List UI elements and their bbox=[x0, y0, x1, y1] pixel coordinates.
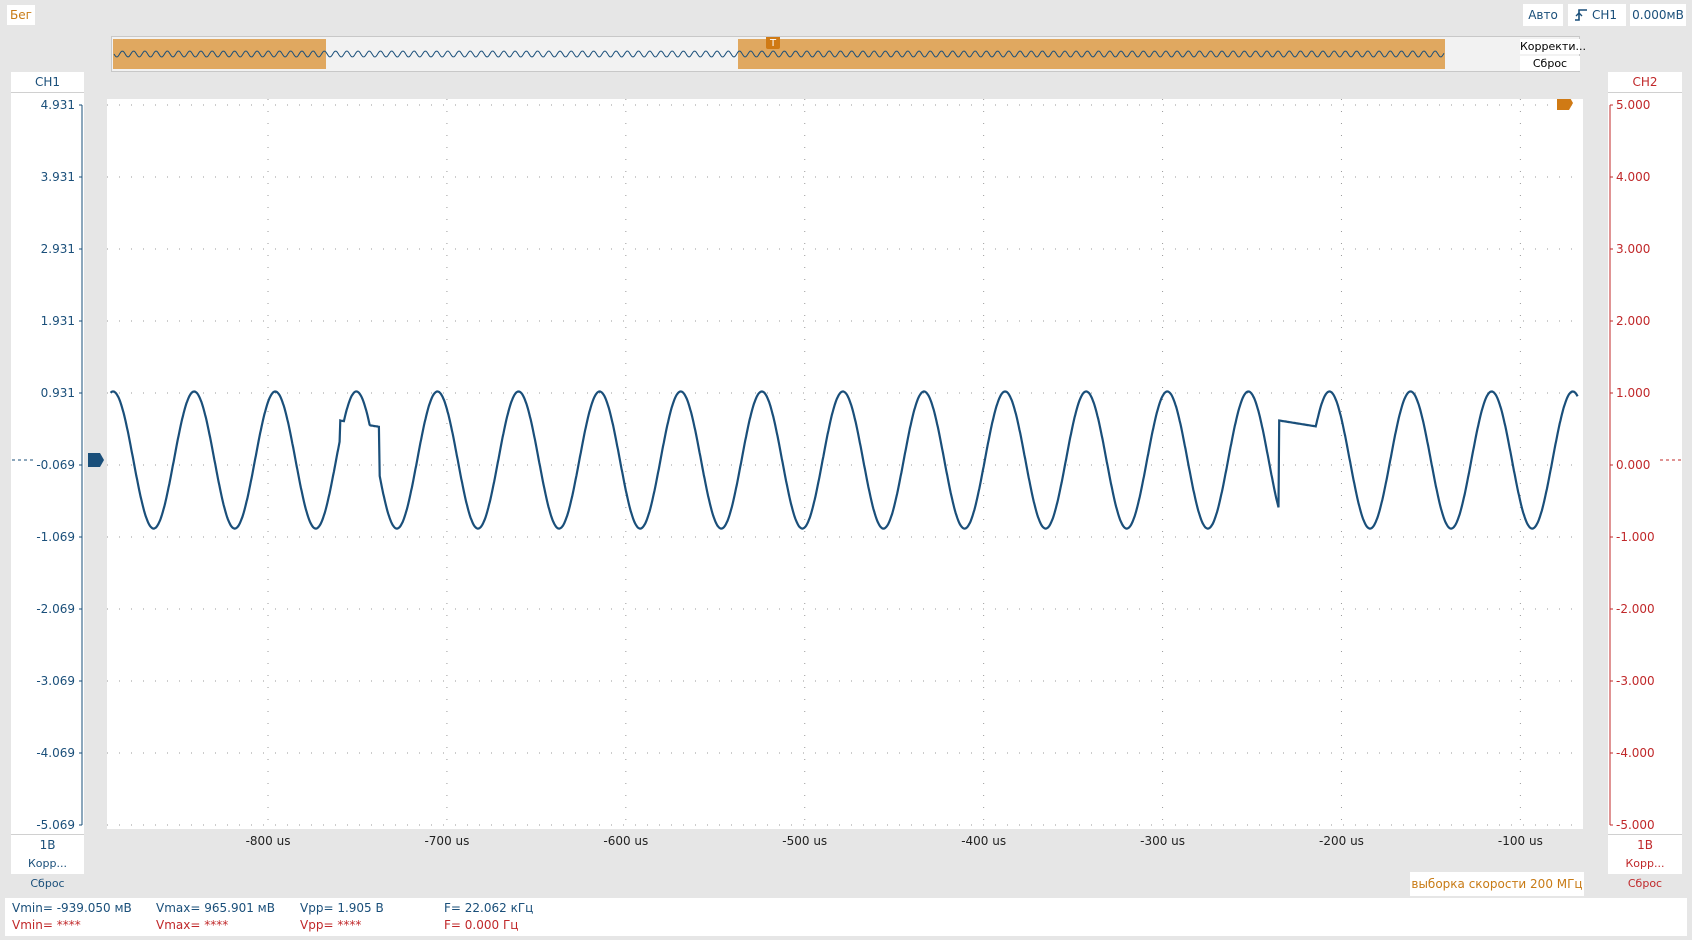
measurements-panel: Vmin= -939.050 мВ Vmax= 965.901 мВ Vpp= … bbox=[5, 898, 1687, 936]
trigger-marker-label: T bbox=[769, 38, 777, 49]
overview-reset-button[interactable]: Сброс bbox=[1520, 56, 1580, 71]
ch2-title[interactable]: CH2 bbox=[1608, 72, 1682, 93]
overview-hidden-right bbox=[738, 39, 1445, 69]
ch2-vmin: Vmin= **** bbox=[12, 918, 81, 932]
ch1-vmax: Vmax= 965.901 мВ bbox=[156, 901, 275, 915]
ch1-reset-button[interactable]: Сброс bbox=[30, 877, 64, 890]
x-tick-label: -700 us bbox=[424, 834, 469, 848]
x-tick-label: -600 us bbox=[603, 834, 648, 848]
x-tick-label: -200 us bbox=[1319, 834, 1364, 848]
ch1-freq: F= 22.062 кГц bbox=[444, 901, 534, 915]
ch1-title[interactable]: CH1 bbox=[11, 72, 84, 93]
run-state-badge[interactable]: Бег bbox=[7, 5, 35, 25]
ch1-offset-marker-icon bbox=[88, 453, 104, 468]
x-tick-label: -300 us bbox=[1140, 834, 1185, 848]
ch1-panel: CH1 1В Корр... Сброс bbox=[11, 72, 84, 890]
ch2-panel: CH2 1В Корр... Сброс bbox=[1608, 72, 1682, 890]
ch2-vmax: Vmax= **** bbox=[156, 918, 229, 932]
ch2-controls: Корр... Сброс bbox=[1608, 854, 1682, 890]
ch2-scale[interactable]: 1В bbox=[1608, 834, 1682, 855]
grid bbox=[107, 99, 1583, 829]
ch2-vpp: Vpp= **** bbox=[300, 918, 362, 932]
trigger-channel-label: CH1 bbox=[1592, 8, 1618, 22]
ch1-vmin: Vmin= -939.050 мВ bbox=[12, 901, 132, 915]
ch2-reset-button[interactable]: Сброс bbox=[1628, 877, 1662, 890]
oscilloscope-plot[interactable] bbox=[107, 99, 1583, 829]
x-tick-label: -800 us bbox=[246, 834, 291, 848]
ch1-waveform bbox=[109, 390, 1579, 530]
rising-edge-icon bbox=[1575, 9, 1587, 21]
ch1-scale[interactable]: 1В bbox=[11, 834, 84, 855]
trigger-mode-button[interactable]: Авто bbox=[1523, 4, 1563, 26]
ch1-correct-button[interactable]: Корр... bbox=[28, 857, 67, 870]
overview-waveform[interactable]: T bbox=[112, 37, 1581, 73]
x-tick-label: -500 us bbox=[782, 834, 827, 848]
trigger-level-button[interactable]: 0.000мВ bbox=[1630, 4, 1686, 26]
plot-area[interactable] bbox=[107, 99, 1583, 829]
ch2-correct-button[interactable]: Корр... bbox=[1626, 857, 1665, 870]
overview-correct-button[interactable]: Корректи... bbox=[1520, 39, 1586, 54]
waveform-overview[interactable]: T Корректи... Сброс bbox=[111, 36, 1586, 73]
trigger-channel-button[interactable]: CH1 bbox=[1568, 4, 1626, 26]
sample-rate-label: выборка скорости 200 МГц bbox=[1410, 872, 1584, 896]
ch1-vpp: Vpp= 1.905 В bbox=[300, 901, 384, 915]
ch2-freq: F= 0.000 Гц bbox=[444, 918, 519, 932]
x-tick-label: -100 us bbox=[1498, 834, 1543, 848]
trigger-position-marker-icon bbox=[1557, 99, 1573, 110]
x-tick-label: -400 us bbox=[961, 834, 1006, 848]
ch1-controls: Корр... Сброс bbox=[11, 854, 84, 890]
